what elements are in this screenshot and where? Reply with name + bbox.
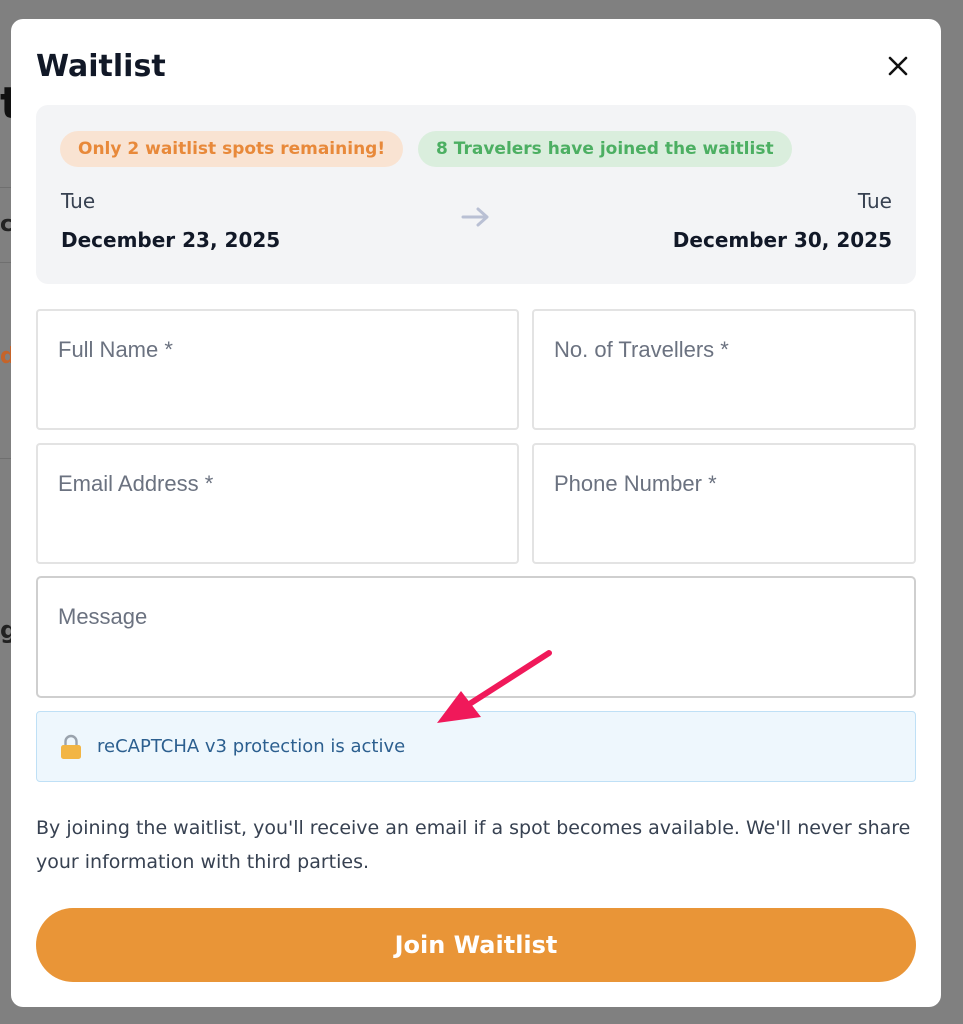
start-date: December 23, 2025	[61, 228, 281, 252]
recaptcha-text: reCAPTCHA v3 protection is active	[97, 736, 406, 757]
start-day: Tue	[61, 189, 96, 213]
travelers-joined-badge: 8 Travelers have joined the waitlist	[418, 131, 792, 167]
lock-icon	[61, 734, 81, 759]
phone-field[interactable]: Phone Number *	[532, 443, 916, 564]
join-waitlist-button[interactable]: Join Waitlist	[36, 908, 916, 982]
end-date: December 30, 2025	[672, 228, 892, 252]
close-button[interactable]	[883, 51, 913, 81]
full-name-placeholder: Full Name *	[58, 337, 173, 362]
modal-title: Waitlist	[36, 49, 166, 84]
waitlist-modal: Waitlist Only 2 waitlist spots remaining…	[11, 19, 941, 1007]
trip-info-card: Only 2 waitlist spots remaining! 8 Trave…	[36, 105, 916, 284]
travellers-placeholder: No. of Travellers *	[554, 337, 729, 362]
email-field[interactable]: Email Address *	[36, 443, 519, 564]
close-icon	[888, 56, 908, 76]
arrow-right-icon	[461, 207, 489, 227]
full-name-field[interactable]: Full Name *	[36, 309, 519, 430]
end-day: Tue	[857, 189, 892, 213]
spots-remaining-badge: Only 2 waitlist spots remaining!	[60, 131, 404, 167]
phone-placeholder: Phone Number *	[554, 471, 717, 496]
annotation-arrow-icon	[437, 650, 552, 723]
privacy-note: By joining the waitlist, you'll receive …	[36, 817, 911, 873]
email-placeholder: Email Address *	[58, 471, 214, 496]
travellers-field[interactable]: No. of Travellers *	[532, 309, 916, 430]
message-placeholder: Message	[58, 604, 148, 629]
